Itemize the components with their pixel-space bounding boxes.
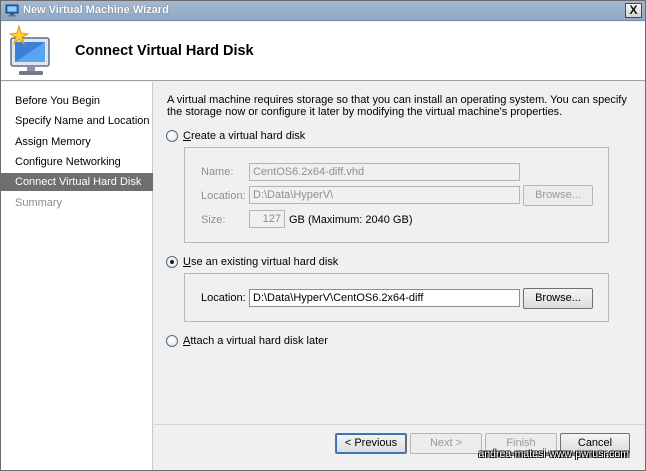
existing-vhd-label: Use an existing virtual hard disk <box>183 256 339 268</box>
create-vhd-group: Name: CentOS6.2x64-diff.vhd Location: D:… <box>184 147 609 243</box>
radio-button[interactable] <box>166 335 178 347</box>
vhd-size-input[interactable]: 127 <box>249 210 285 228</box>
nav-item-configure-networking[interactable]: Configure Networking <box>1 153 153 171</box>
nav-item-before-you-begin[interactable]: Before You Begin <box>1 92 153 110</box>
wizard-window: New Virtual Machine Wizard X Connect Vir… <box>0 0 646 471</box>
nav-item-label: Connect Virtual Hard Disk <box>15 176 142 188</box>
title-bar[interactable]: New Virtual Machine Wizard X <box>1 1 645 21</box>
next-button[interactable]: Next > <box>410 433 482 454</box>
vhd-name-input[interactable]: CentOS6.2x64-diff.vhd <box>249 163 520 181</box>
close-icon: X <box>629 3 638 17</box>
radio-button[interactable] <box>166 256 178 268</box>
nav-item-label: Assign Memory <box>15 136 91 148</box>
footer-divider <box>154 424 645 425</box>
size-unit-label: GB (Maximum: 2040 GB) <box>289 214 413 226</box>
wizard-nav: Before You Begin Specify Name and Locati… <box>1 82 153 470</box>
attach-later-label: Attach a virtual hard disk later <box>183 335 328 347</box>
nav-item-label: Specify Name and Location <box>15 115 150 127</box>
location-label: Location: <box>201 190 246 202</box>
vhd-location-input[interactable]: D:\Data\HyperV\ <box>249 186 520 204</box>
nav-item-specify-name[interactable]: Specify Name and Location <box>1 112 153 130</box>
nav-item-assign-memory[interactable]: Assign Memory <box>1 133 153 151</box>
size-label: Size: <box>201 214 226 226</box>
nav-item-summary[interactable]: Summary <box>1 194 153 212</box>
existing-location-input[interactable]: D:\Data\HyperV\CentOS6.2x64-diff <box>249 289 520 307</box>
window-title: New Virtual Machine Wizard <box>23 4 169 16</box>
page-title: Connect Virtual Hard Disk <box>75 43 254 59</box>
create-vhd-label: Create a virtual hard disk <box>183 130 306 142</box>
monitor-sparkle-icon <box>8 24 50 75</box>
existing-vhd-group: Location: D:\Data\HyperV\CentOS6.2x64-di… <box>184 273 609 322</box>
close-button[interactable]: X <box>625 3 642 18</box>
watermark-text: andrea-matesi-www-pwrusr.com <box>478 448 629 460</box>
previous-button[interactable]: < Previous <box>335 433 407 454</box>
wizard-computer-icon <box>5 4 19 17</box>
nav-item-label: Configure Networking <box>15 156 121 168</box>
create-browse-button[interactable]: Browse... <box>523 185 593 206</box>
nav-item-label: Summary <box>15 197 63 209</box>
wizard-header: Connect Virtual Hard Disk <box>1 22 645 81</box>
nav-item-connect-vhd[interactable]: Connect Virtual Hard Disk <box>1 173 153 191</box>
name-label: Name: <box>201 166 234 178</box>
nav-item-label: Before You Begin <box>15 95 101 107</box>
existing-location-label: Location: <box>201 292 246 304</box>
radio-button[interactable] <box>166 130 178 142</box>
existing-browse-button[interactable]: Browse... <box>523 288 593 309</box>
page-description: A virtual machine requires storage so th… <box>167 94 627 118</box>
